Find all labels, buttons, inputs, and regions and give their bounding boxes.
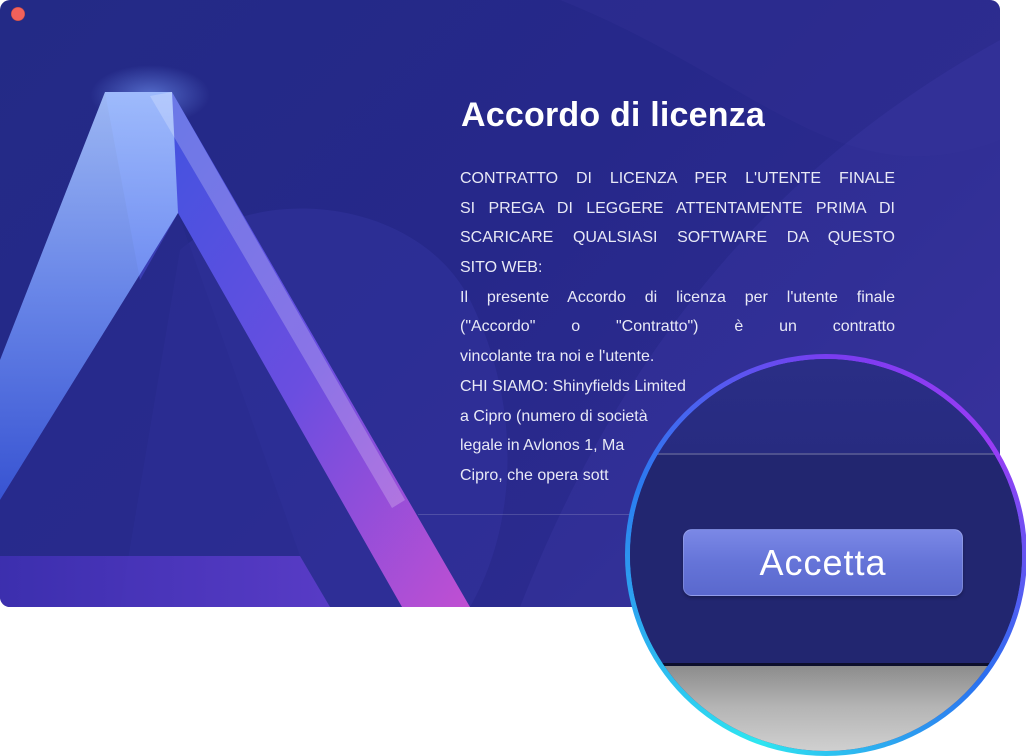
license-line: CONTRATTO DI LICENZA PER L'UTENTE FINALE xyxy=(460,170,895,187)
license-line: SI PREGA DI LEGGERE ATTENTAMENTE PRIMA D… xyxy=(460,199,895,217)
magnifier-lens: Accetta xyxy=(630,359,1022,751)
license-line: Il presente Accordo di licenza per l'ute… xyxy=(460,288,895,306)
screen: Accordo di licenza CONTRATTO DI LICENZA … xyxy=(0,0,1026,756)
license-line: SCARICARE QUALSIASI SOFTWARE DA QUESTO xyxy=(460,229,895,247)
magnifier-callout: Accetta xyxy=(625,354,1026,756)
window-shadow xyxy=(630,666,1022,751)
license-line: SITO WEB: xyxy=(460,259,543,277)
magnified-text-area xyxy=(630,359,1022,453)
accept-button[interactable]: Accetta xyxy=(683,529,963,596)
dialog-title: Accordo di licenza xyxy=(461,96,766,134)
close-button[interactable] xyxy=(11,7,25,21)
license-line: ("Accordo" o "Contratto") è un contratto xyxy=(460,318,895,336)
